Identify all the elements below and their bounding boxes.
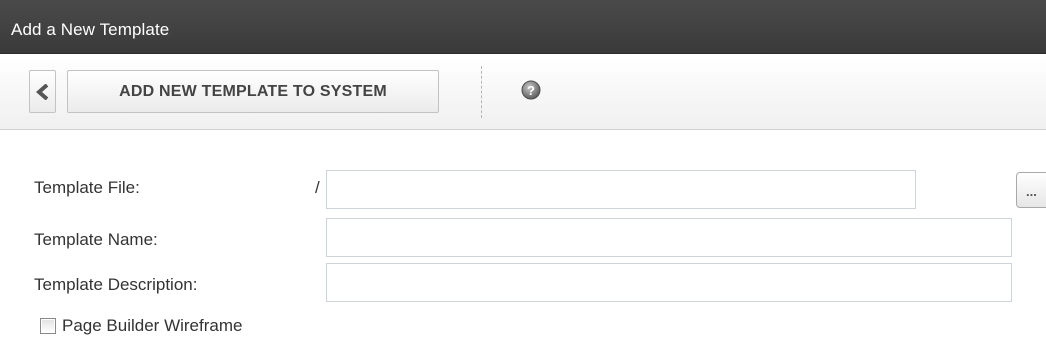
- template-file-label: Template File:: [34, 178, 140, 197]
- page-builder-checkbox[interactable]: [40, 318, 56, 334]
- template-file-input[interactable]: [326, 170, 916, 209]
- template-name-input[interactable]: [326, 218, 1012, 257]
- toolbar: ADD NEW TEMPLATE TO SYSTEM ?: [0, 54, 1046, 130]
- svg-text:?: ?: [527, 83, 535, 98]
- back-button[interactable]: [29, 70, 56, 113]
- browse-button[interactable]: ...: [1016, 172, 1046, 208]
- page-title: Add a New Template: [11, 20, 170, 39]
- add-template-button[interactable]: ADD NEW TEMPLATE TO SYSTEM: [67, 70, 439, 113]
- toolbar-divider: [481, 66, 482, 118]
- help-icon[interactable]: ?: [521, 80, 541, 100]
- chevron-left-icon: [36, 84, 49, 100]
- template-name-label: Template Name:: [34, 230, 158, 249]
- template-description-input[interactable]: [326, 263, 1012, 302]
- title-bar: Add a New Template: [0, 0, 1046, 54]
- template-description-label: Template Description:: [34, 275, 198, 294]
- template-file-prefix: /: [315, 178, 320, 197]
- page-builder-label[interactable]: Page Builder Wireframe: [62, 316, 242, 336]
